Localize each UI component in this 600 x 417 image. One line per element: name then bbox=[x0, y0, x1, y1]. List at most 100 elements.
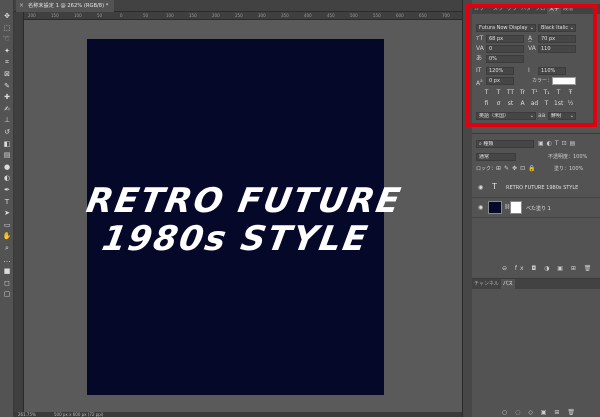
blur-icon[interactable]: ● bbox=[2, 163, 12, 172]
font-style-select[interactable]: Black Italic ⌄ bbox=[538, 24, 576, 32]
opacity-label[interactable]: 不透明度：100% bbox=[548, 153, 587, 161]
opentype-button[interactable]: ơ bbox=[494, 100, 503, 108]
hand-icon[interactable]: ✋ bbox=[2, 232, 12, 241]
close-tab-icon[interactable]: × bbox=[19, 0, 24, 12]
blend-mode-value: 通常 bbox=[479, 154, 490, 160]
layer-actions[interactable]: ⊖ fx ◘ ◑ ▣ ⊞ 🗑 bbox=[502, 265, 594, 272]
text-color-swatch[interactable] bbox=[552, 77, 576, 85]
dodge-icon[interactable]: ◐ bbox=[2, 174, 12, 183]
panel-tab[interactable]: スウ bbox=[491, 4, 505, 14]
quick-mask-icon[interactable]: ◻ bbox=[2, 279, 12, 288]
eraser-icon[interactable]: ◧ bbox=[2, 140, 12, 149]
ruler-tick-label: 600 bbox=[396, 13, 404, 18]
horizontal-scale-field[interactable]: 110% bbox=[538, 67, 566, 75]
opentype-button[interactable]: A bbox=[518, 100, 527, 108]
opentype-button[interactable]: st bbox=[506, 100, 515, 108]
panel-tab[interactable]: 文字 bbox=[547, 4, 562, 14]
type-style-button[interactable]: TT bbox=[506, 89, 515, 97]
type-style-button[interactable]: T bbox=[494, 89, 503, 97]
layer-row[interactable]: ◉ T RETRO FUTURE 1980s STYLE bbox=[472, 178, 600, 198]
font-size-field[interactable]: 68 px bbox=[486, 35, 524, 43]
document-canvas[interactable]: RETRO FUTURE 1980s STYLE bbox=[83, 39, 405, 395]
history-brush-icon[interactable]: ↺ bbox=[2, 128, 12, 137]
move-icon[interactable]: ✥ bbox=[2, 12, 12, 21]
font-style-value: Black Italic bbox=[541, 25, 569, 31]
kerning-icon: VA bbox=[476, 45, 484, 52]
type-style-button[interactable]: T bbox=[482, 89, 491, 97]
opentype-button[interactable]: ½ bbox=[566, 100, 575, 108]
opentype-button[interactable]: ad bbox=[530, 100, 539, 108]
layer-name[interactable]: べた塗り 1 bbox=[526, 205, 551, 212]
lasso-icon[interactable]: ➰ bbox=[2, 35, 12, 44]
ruler-tick-label: 150 bbox=[189, 13, 197, 18]
language-select[interactable]: 英語（米国） ⌄ bbox=[476, 112, 536, 120]
eyedropper-icon[interactable]: ✎ bbox=[2, 82, 12, 91]
anti-alias-select[interactable]: 鮮明 ⌄ bbox=[548, 112, 576, 120]
type-style-button[interactable]: T¹ bbox=[530, 89, 539, 97]
tracking-field[interactable]: 110 bbox=[538, 45, 576, 53]
vertical-scale-field[interactable]: 120% bbox=[486, 67, 514, 75]
kerning-field[interactable]: 0 bbox=[486, 45, 524, 53]
type-style-button[interactable]: Tr bbox=[518, 89, 527, 97]
document-tab[interactable]: × 名称未設定 1 @ 262% (RGB/8) * bbox=[16, 0, 115, 12]
panel-tab[interactable]: 段落 bbox=[561, 4, 575, 14]
panel-tab[interactable]: グラ bbox=[505, 4, 519, 14]
eye-icon[interactable]: ◉ bbox=[478, 184, 483, 191]
stamp-icon[interactable]: ⊥ bbox=[2, 116, 12, 125]
opentype-button[interactable]: fi bbox=[482, 100, 491, 108]
ruler-tick-label: 300 bbox=[258, 13, 266, 18]
opentype-button[interactable]: 1st bbox=[554, 100, 563, 108]
canvas-area[interactable]: RETRO FUTURE 1980s STYLE bbox=[24, 20, 462, 412]
marquee-icon[interactable]: ⬚ bbox=[2, 24, 12, 33]
screen-mode-icon[interactable]: ▢ bbox=[2, 290, 12, 299]
path-select-icon[interactable]: ➤ bbox=[2, 209, 12, 218]
panel-tab[interactable]: パス bbox=[500, 279, 515, 289]
type-icon[interactable]: T bbox=[2, 198, 12, 207]
more-icon[interactable]: … bbox=[2, 256, 12, 265]
baseline-shift-field[interactable]: 0 px bbox=[486, 77, 514, 85]
lock-icons[interactable]: ⊞✎✥⊡🔒 bbox=[496, 165, 539, 173]
tsume-field[interactable]: 0% bbox=[486, 55, 524, 63]
layer-filter-icons[interactable]: ▣◐T⊡▤ bbox=[538, 140, 578, 147]
channels-panel: チャンネル パス ○ ◌ ◇ ▣ ⊞ 🗑 bbox=[472, 278, 600, 417]
panel-tab[interactable]: プロ bbox=[533, 4, 547, 14]
horizontal-ruler[interactable]: 200 150 100 50 0 50 100 150 200 250 300 350 400 450 50… bbox=[24, 12, 462, 20]
document-size[interactable]: 500 px x 600 px (72 ppi) bbox=[54, 412, 103, 417]
fill-label[interactable]: 塗り：100% bbox=[554, 165, 583, 173]
ruler-tick-label: 700 bbox=[442, 13, 450, 18]
layer-filter-value: 種類 bbox=[483, 141, 494, 147]
lock-label: ロック： bbox=[476, 166, 497, 172]
color-swatch-icon[interactable]: ■ bbox=[2, 267, 12, 276]
zoom-icon[interactable]: ⌕ bbox=[2, 244, 12, 253]
layer-filter-select[interactable]: ⌕ 種類 bbox=[476, 140, 534, 148]
gradient-icon[interactable]: ▤ bbox=[2, 151, 12, 160]
eye-icon[interactable]: ◉ bbox=[478, 204, 483, 211]
artwork-text-line-2[interactable]: 1980s STYLE bbox=[83, 219, 387, 259]
blend-mode-select[interactable]: 通常 bbox=[476, 153, 516, 161]
vertical-ruler[interactable] bbox=[14, 12, 24, 412]
pen-icon[interactable]: ✒ bbox=[2, 186, 12, 195]
type-style-button[interactable]: T₁ bbox=[542, 89, 551, 97]
layer-row[interactable]: ◉ ⛓ べた塗り 1 bbox=[472, 198, 600, 218]
ruler-tick-label: 200 bbox=[212, 13, 220, 18]
channel-actions[interactable]: ○ ◌ ◇ ▣ ⊞ 🗑 bbox=[502, 409, 578, 416]
panel-tab[interactable]: カラー bbox=[472, 4, 491, 14]
leading-field[interactable]: 70 px bbox=[538, 35, 576, 43]
chevron-down-icon: ⌄ bbox=[529, 113, 534, 119]
crop-icon[interactable]: ⌗ bbox=[2, 58, 12, 67]
font-family-select[interactable]: Futura Now Display ⌄ bbox=[476, 24, 536, 32]
magic-wand-icon[interactable]: ✦ bbox=[2, 47, 12, 56]
shape-icon[interactable]: ▭ bbox=[2, 221, 12, 230]
opentype-button[interactable]: T bbox=[542, 100, 551, 108]
panel-tab[interactable]: チャンネル bbox=[472, 279, 501, 289]
ruler-tick-label: 250 bbox=[235, 13, 243, 18]
brush-icon[interactable]: ✍ bbox=[2, 105, 12, 114]
frame-icon[interactable]: ⊠ bbox=[2, 70, 12, 79]
zoom-level[interactable]: 261.75% bbox=[18, 412, 36, 417]
panel-tab[interactable]: パタ bbox=[519, 4, 533, 14]
healing-icon[interactable]: ✚ bbox=[2, 93, 12, 102]
type-style-button[interactable]: Ŧ bbox=[566, 89, 575, 97]
artwork-text-line-1[interactable]: RETRO FUTURE bbox=[83, 181, 405, 221]
layer-name[interactable]: RETRO FUTURE 1980s STYLE bbox=[506, 185, 578, 191]
type-style-button[interactable]: T bbox=[554, 89, 563, 97]
